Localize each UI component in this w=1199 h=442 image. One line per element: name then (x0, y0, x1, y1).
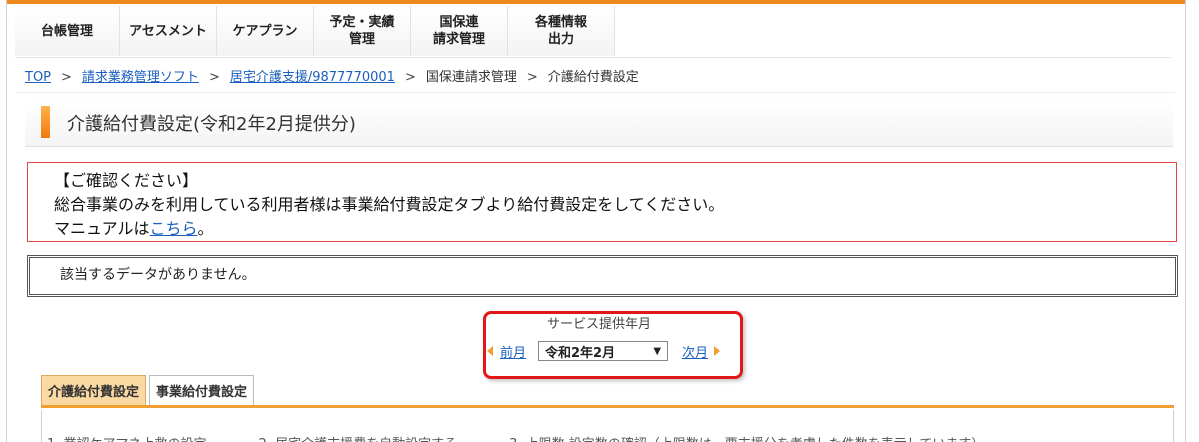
app-frame: 台帳管理 アセスメント ケアプラン 予定・実績 管理 国保連 請求管理 各種情報… (6, 0, 1186, 442)
title-accent-bar (41, 106, 50, 138)
breadcrumb-sep: > (404, 70, 416, 85)
top-accent-bar (7, 0, 1185, 4)
manual-link[interactable]: こちら (150, 219, 198, 238)
no-data-message: 該当するデータがありません。 (27, 255, 1178, 297)
notice-box: 【ご確認ください】 総合事業のみを利用している利用者様は事業給付費設定タブより給… (27, 162, 1177, 242)
menu-billing[interactable]: 国保連 請求管理 (411, 6, 508, 56)
menu-schedule[interactable]: 予定・実績 管理 (314, 6, 411, 56)
breadcrumb-billing-software-link[interactable]: 請求業務管理ソフト (82, 70, 199, 85)
menu-divider (15, 57, 1171, 58)
notice-line2: マニュアルはこちら。 (54, 217, 1176, 241)
notice-manual-prefix: マニュアルは (54, 219, 150, 238)
menu-assessment[interactable]: アセスメント (120, 6, 217, 56)
menu-ledger[interactable]: 台帳管理 (15, 6, 120, 56)
menu-billing-label-2: 請求管理 (432, 32, 485, 47)
breadcrumb-sep: > (526, 70, 538, 85)
menu-careplan[interactable]: ケアプラン (217, 6, 314, 56)
notice-manual-suffix: 。 (197, 219, 214, 238)
menu-ledger-label: 台帳管理 (40, 23, 93, 39)
tab-care-benefit-label: 介護給付費設定 (48, 385, 140, 400)
breadcrumb-current: 介護給付費設定 (547, 70, 639, 85)
highlight-annotation (483, 311, 743, 379)
menu-schedule-label-1: 予定・実績 (329, 15, 395, 30)
menu-output[interactable]: 各種情報 出力 (508, 6, 615, 56)
breadcrumb-sep: > (61, 70, 72, 85)
menu-schedule-label-2: 管理 (348, 32, 375, 47)
menu-output-label-1: 各種情報 (534, 15, 587, 30)
tab-business-benefit[interactable]: 事業給付費設定 (149, 375, 255, 405)
page-title: 介護給付費設定(令和2年2月提供分) (67, 114, 356, 135)
notice-line1: 総合事業のみを利用している利用者様は事業給付費設定タブより給付費設定をしてくださ… (54, 195, 725, 214)
breadcrumb-sep: > (208, 70, 220, 85)
page-title-box: 介護給付費設定(令和2年2月提供分) (25, 100, 1173, 147)
menu-careplan-label: ケアプラン (232, 23, 298, 39)
breadcrumb: TOP > 請求業務管理ソフト > 居宅介護支援/9877770001 > 国保連請求管理 >… (25, 66, 639, 85)
menu-billing-label-1: 国保連 (439, 15, 479, 30)
tab-underline (41, 405, 1174, 408)
breadcrumb-office-link[interactable]: 居宅介護支援/9877770001 (230, 70, 395, 85)
tab-content-steps: 1. 業認ケアマネ上救の設定 2. 居宅介護支援費を自動設定する 3. 上限数 … (47, 433, 984, 442)
tab-care-benefit[interactable]: 介護給付費設定 (41, 375, 147, 405)
breadcrumb-billing-management: 国保連請求管理 (425, 70, 517, 85)
menu-assessment-label: アセスメント (129, 23, 207, 39)
notice-heading: 【ご確認ください】 (54, 171, 199, 190)
breadcrumb-top-link[interactable]: TOP (25, 70, 51, 85)
breadcrumb-divider (15, 92, 1175, 93)
menu-output-label-2: 出力 (547, 32, 574, 47)
tab-bar: 介護給付費設定 事業給付費設定 (41, 375, 257, 405)
tab-business-benefit-label: 事業給付費設定 (156, 385, 248, 400)
main-menu: 台帳管理 アセスメント ケアプラン 予定・実績 管理 国保連 請求管理 各種情報… (15, 6, 615, 56)
